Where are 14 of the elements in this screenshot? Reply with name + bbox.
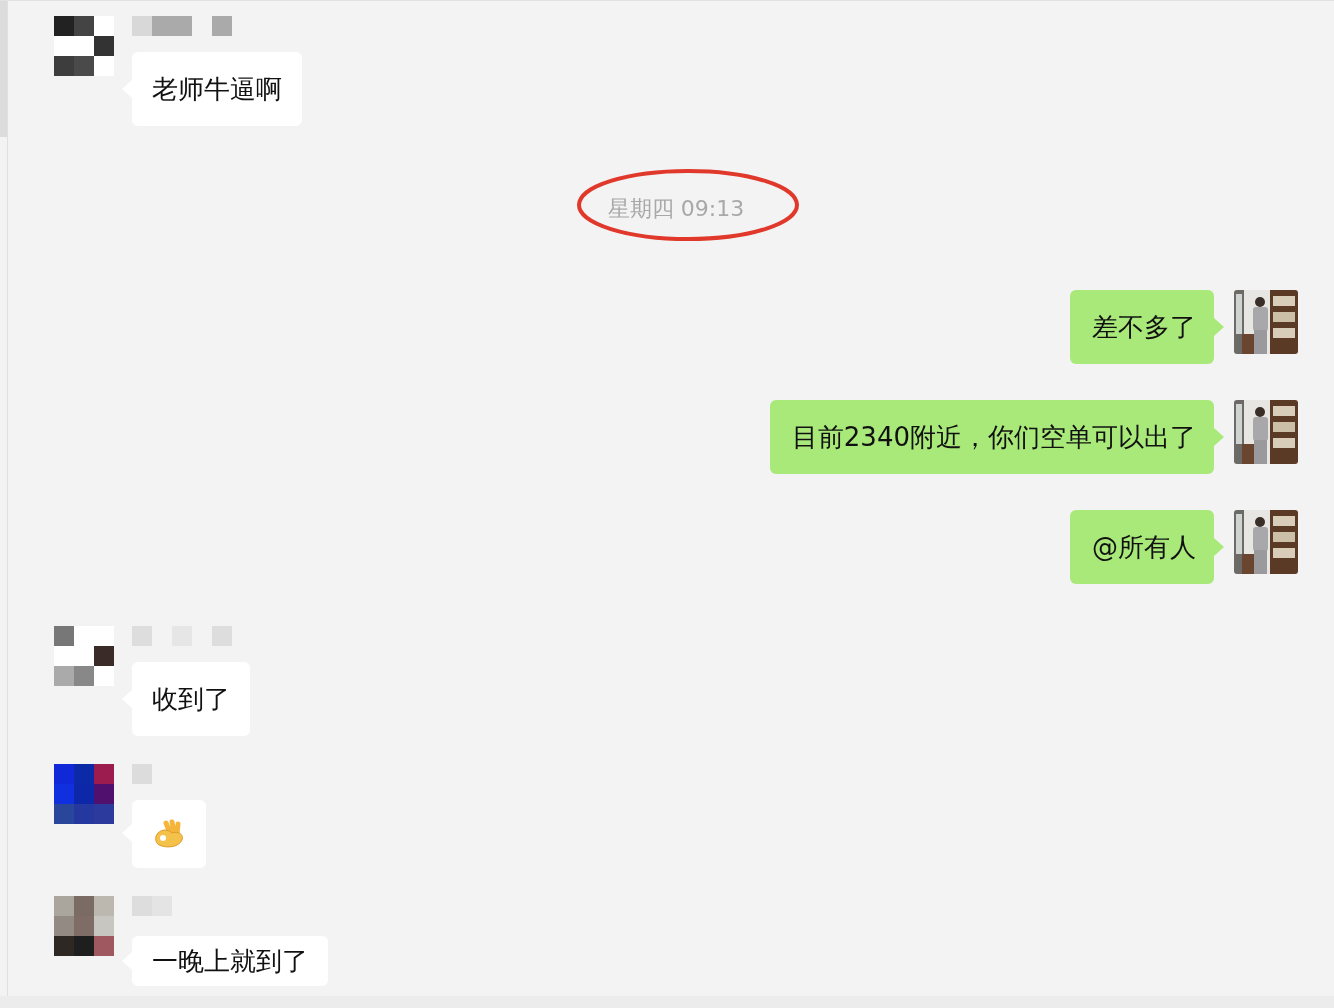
pixelated-avatar[interactable]	[54, 896, 114, 956]
pixelated-avatar[interactable]	[54, 626, 114, 686]
bubble-tail	[1214, 318, 1224, 336]
pixelated-avatar[interactable]	[54, 16, 114, 76]
bubble-tail	[1214, 538, 1224, 556]
message-bubble: 收到了	[132, 662, 250, 736]
ok-hand-icon	[152, 819, 186, 849]
message-bubble: 一晚上就到了	[132, 936, 328, 986]
timestamp: 星期四 09:13	[607, 196, 745, 221]
message-bubble: 目前2340附近，你们空单可以出了	[769, 400, 1214, 474]
message-bubble: 差不多了	[1070, 290, 1214, 364]
bubble-tail	[1214, 428, 1224, 446]
message-bubble: @所有人	[1070, 510, 1214, 584]
message-bubble: 老师牛逼啊	[132, 52, 302, 126]
